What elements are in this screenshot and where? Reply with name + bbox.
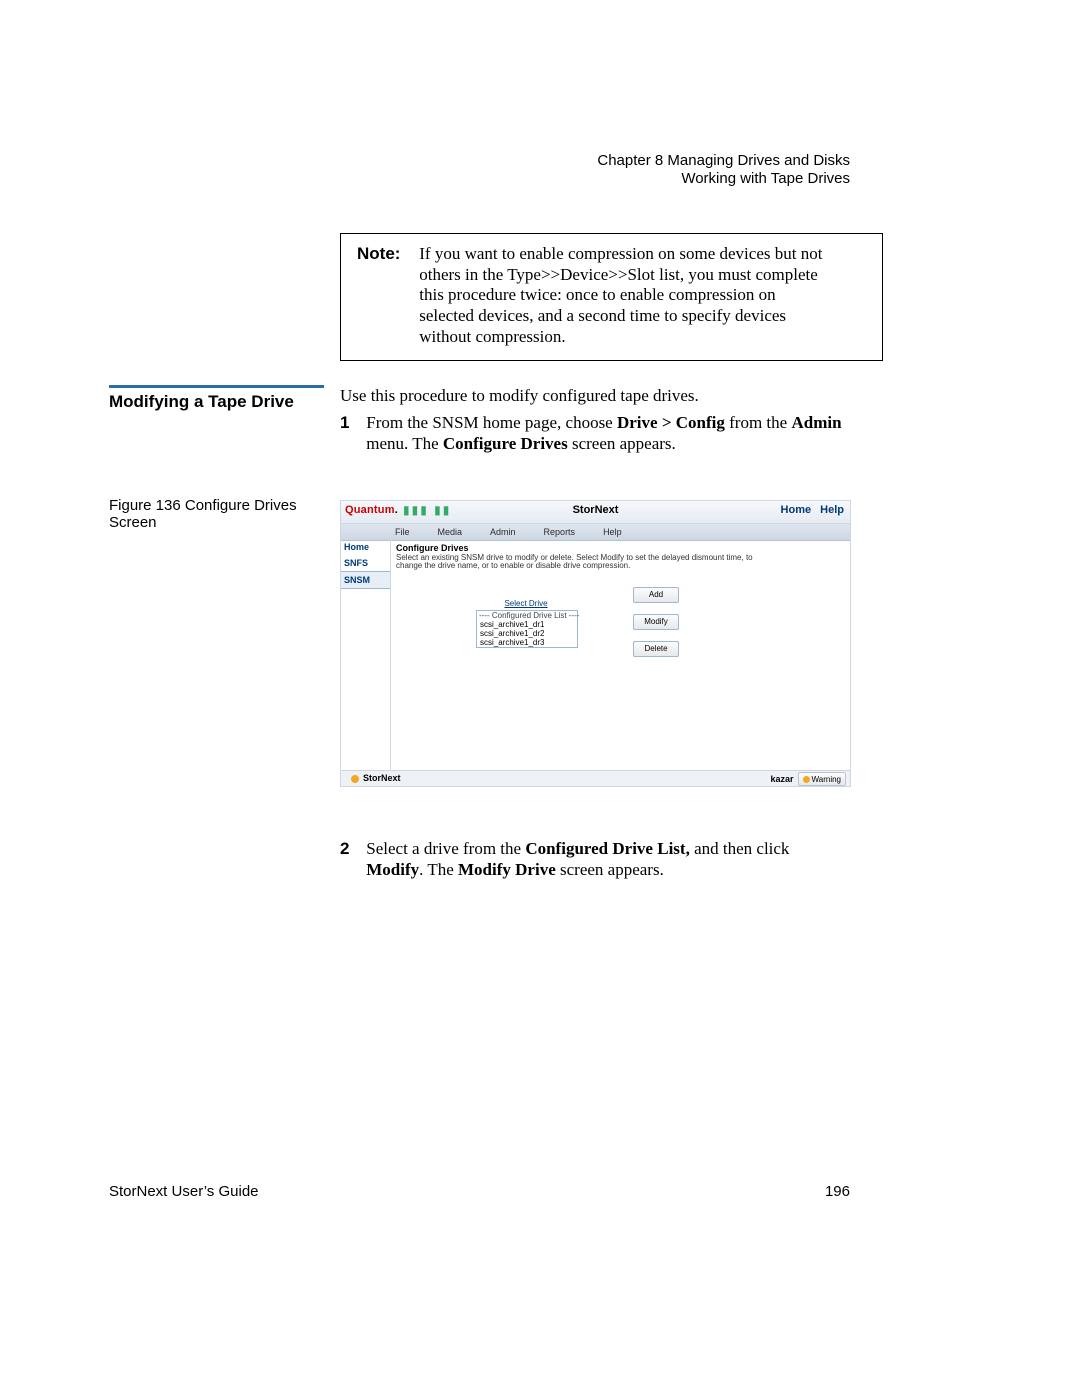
- step-2-body: Select a drive from the Configured Drive…: [366, 839, 846, 880]
- select-drive-link[interactable]: Select Drive: [476, 599, 576, 608]
- status-right: kazar Warning: [770, 772, 846, 786]
- status-indicator-icon: [351, 775, 359, 783]
- top-links: Home Help: [775, 504, 844, 516]
- step-2: 2 Select a drive from the Configured Dri…: [340, 839, 855, 880]
- step-2-text-a: Select a drive from the: [366, 839, 525, 858]
- section-title: Modifying a Tape Drive: [109, 392, 294, 412]
- note-box: Note: If you want to enable compression …: [340, 233, 883, 361]
- figure-caption: Figure 136 Configure Drives Screen: [109, 497, 319, 532]
- step-2-bold-1: Configured Drive List,: [525, 839, 690, 858]
- header-chapter: Chapter 8 Managing Drives and Disks: [597, 152, 850, 169]
- modify-button[interactable]: Modify: [633, 614, 679, 630]
- step-1-number: 1: [340, 413, 362, 434]
- warning-button[interactable]: Warning: [798, 772, 847, 786]
- menu-media[interactable]: Media: [438, 527, 463, 537]
- app-titlebar: Quantum. ▮▮▮ ▮▮ StorNext Home Help: [341, 501, 850, 524]
- intro-paragraph: Use this procedure to modify configured …: [340, 386, 855, 407]
- step-2-number: 2: [340, 839, 362, 860]
- step-1-body: From the SNSM home page, choose Drive > …: [366, 413, 846, 454]
- panel-title: Configure Drives: [396, 543, 850, 553]
- help-link[interactable]: Help: [820, 504, 844, 516]
- step-1-bold-2: Admin: [791, 413, 841, 432]
- list-caption: ---- Configured Drive List ----: [477, 611, 577, 620]
- app-body: Home SNFS SNSM Configure Drives Select a…: [341, 539, 850, 771]
- note-label: Note:: [357, 244, 415, 265]
- sidebar-item-home[interactable]: Home: [341, 539, 390, 555]
- home-link[interactable]: Home: [781, 504, 812, 516]
- step-2-text-c: . The: [419, 860, 458, 879]
- step-1-bold-3: Configure Drives: [443, 434, 568, 453]
- delete-button[interactable]: Delete: [633, 641, 679, 657]
- sidebar-item-snfs[interactable]: SNFS: [341, 555, 390, 571]
- step-1: 1 From the SNSM home page, choose Drive …: [340, 413, 855, 454]
- section-rule: [109, 385, 324, 388]
- step-2-bold-3: Modify Drive: [458, 860, 556, 879]
- note-text: If you want to enable compression on som…: [419, 244, 829, 348]
- step-2-text-d: screen appears.: [556, 860, 664, 879]
- status-user: kazar: [770, 774, 793, 784]
- menu-reports[interactable]: Reports: [544, 527, 576, 537]
- app-main: Configure Drives Select an existing SNSM…: [390, 539, 850, 771]
- step-1-bold-1: Drive > Config: [617, 413, 725, 432]
- status-product: StorNext: [363, 773, 401, 783]
- step-1-text-c: menu. The: [366, 434, 443, 453]
- app-sidebar: Home SNFS SNSM: [341, 539, 391, 771]
- step-2-text-b: and then click: [690, 839, 790, 858]
- configure-drives-screenshot: Quantum. ▮▮▮ ▮▮ StorNext Home Help File …: [340, 500, 851, 787]
- sidebar-item-snsm[interactable]: SNSM: [341, 571, 390, 589]
- list-item[interactable]: scsi_archive1_dr1: [477, 620, 577, 629]
- step-2-bold-2: Modify: [366, 860, 419, 879]
- panel-description: Select an existing SNSM drive to modify …: [396, 554, 776, 571]
- menu-admin[interactable]: Admin: [490, 527, 516, 537]
- footer-page-number: 196: [825, 1183, 850, 1200]
- footer-title: StorNext User’s Guide: [109, 1183, 259, 1200]
- warning-icon: [803, 776, 810, 783]
- page: Chapter 8 Managing Drives and Disks Work…: [0, 0, 1080, 1397]
- header-section: Working with Tape Drives: [681, 170, 850, 187]
- action-buttons: Add Modify Delete: [633, 587, 679, 668]
- warning-label: Warning: [812, 774, 842, 785]
- menu-help[interactable]: Help: [603, 527, 622, 537]
- status-bar: StorNext kazar Warning: [341, 770, 850, 786]
- add-button[interactable]: Add: [633, 587, 679, 603]
- menu-file[interactable]: File: [395, 527, 410, 537]
- step-1-text-b: from the: [725, 413, 792, 432]
- step-1-text-a: From the SNSM home page, choose: [366, 413, 617, 432]
- step-1-text-d: screen appears.: [568, 434, 676, 453]
- list-item[interactable]: scsi_archive1_dr3: [477, 638, 577, 647]
- list-item[interactable]: scsi_archive1_dr2: [477, 629, 577, 638]
- configured-drive-listbox[interactable]: ---- Configured Drive List ---- scsi_arc…: [476, 610, 578, 648]
